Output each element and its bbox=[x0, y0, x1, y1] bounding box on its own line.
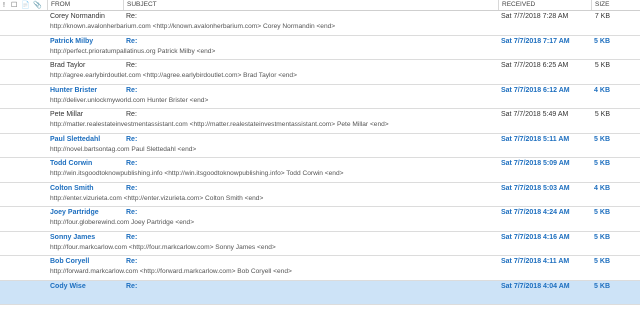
message-received: Sat 7/7/2018 6:25 AM bbox=[501, 62, 569, 69]
message-received: Sat 7/7/2018 4:24 AM bbox=[501, 209, 570, 216]
message-row[interactable]: Todd Corwin Re: Sat 7/7/2018 5:09 AM 5 KB ht… bbox=[0, 158, 640, 183]
message-received: Sat 7/7/2018 7:17 AM bbox=[501, 37, 570, 45]
message-list: Corey Normandin Re: Sat 7/7/2018 7:28 AM 7 … bbox=[0, 11, 640, 305]
message-received: Sat 7/7/2018 6:12 AM bbox=[501, 86, 570, 94]
message-received: Sat 7/7/2018 5:49 AM bbox=[501, 111, 569, 118]
attachment-icon[interactable]: 📎 bbox=[33, 1, 42, 10]
message-size: 5 KB bbox=[594, 233, 610, 241]
message-sender: Bob Coryell bbox=[50, 258, 90, 265]
column-header: ! ☐ 📄 📎 FROM SUBJECT RECEIVED SIZE bbox=[0, 0, 640, 11]
message-subject: Re: bbox=[126, 135, 138, 143]
message-sender: Patrick Milby bbox=[50, 37, 94, 45]
message-sender: Joey Partridge bbox=[50, 209, 99, 216]
message-subject: Re: bbox=[126, 209, 138, 216]
item-icon[interactable]: 📄 bbox=[21, 1, 30, 10]
message-sender: Cody Wise bbox=[50, 282, 86, 290]
message-received: Sat 7/7/2018 5:11 AM bbox=[501, 135, 570, 143]
message-preview: http://deliver.unlockmyworld.com Hunter … bbox=[50, 96, 209, 104]
message-size: 4 KB bbox=[594, 184, 610, 192]
message-size: 5 KB bbox=[594, 282, 610, 290]
message-sender: Sonny James bbox=[50, 233, 96, 241]
message-subject: Re: bbox=[126, 62, 137, 69]
message-sender: Corey Normandin bbox=[50, 13, 105, 20]
message-preview: http://matter.realestateinvestmentassist… bbox=[50, 121, 389, 128]
message-received: Sat 7/7/2018 4:11 AM bbox=[501, 258, 570, 265]
message-size: 7 KB bbox=[594, 13, 610, 20]
message-size: 5 KB bbox=[594, 111, 610, 118]
message-preview: http://four.globerewind.com Joey Partrid… bbox=[50, 219, 195, 226]
message-subject: Re: bbox=[126, 111, 137, 118]
message-size: 5 KB bbox=[594, 209, 610, 216]
message-received: Sat 7/7/2018 5:03 AM bbox=[501, 184, 570, 192]
column-subject[interactable]: SUBJECT bbox=[123, 0, 498, 10]
message-subject: Re: bbox=[126, 282, 138, 290]
message-sender: Hunter Brister bbox=[50, 86, 98, 94]
message-preview: http://enter.vizurieta.com <http://enter… bbox=[50, 194, 264, 202]
message-row[interactable]: Pete Millar Re: Sat 7/7/2018 5:49 AM 5 KB ht… bbox=[0, 109, 640, 134]
message-size: 5 KB bbox=[594, 135, 610, 143]
message-subject: Re: bbox=[126, 160, 138, 167]
message-size: 4 KB bbox=[594, 86, 610, 94]
message-size: 5 KB bbox=[594, 160, 610, 167]
message-row[interactable]: Colton Smith Re: Sat 7/7/2018 5:03 AM 4 KB h… bbox=[0, 183, 640, 207]
column-from[interactable]: FROM bbox=[47, 0, 123, 10]
message-subject: Re: bbox=[126, 37, 138, 45]
message-row[interactable]: Paul Slettedahl Re: Sat 7/7/2018 5:11 AM 5 … bbox=[0, 134, 640, 158]
message-subject: Re: bbox=[126, 86, 138, 94]
message-sender: Pete Millar bbox=[50, 111, 84, 118]
importance-icon[interactable]: ! bbox=[3, 1, 5, 10]
message-subject: Re: bbox=[126, 184, 138, 192]
message-subject: Re: bbox=[126, 258, 138, 265]
message-preview: http://agree.earlybirdoutlet.com <http:/… bbox=[50, 72, 297, 79]
message-sender: Todd Corwin bbox=[50, 160, 93, 167]
message-preview: http://four.markcarlow.com <http://four.… bbox=[50, 243, 276, 251]
message-row[interactable]: Cody Wise Re: Sat 7/7/2018 4:04 AM 5 KB bbox=[0, 280, 640, 305]
message-subject: Re: bbox=[126, 233, 138, 241]
message-received: Sat 7/7/2018 4:16 AM bbox=[501, 233, 570, 241]
message-preview: http://win.itsgoodtoknowpublishing.info … bbox=[50, 170, 344, 177]
message-preview: http://forward.markcarlow.com <http://fo… bbox=[50, 268, 292, 275]
message-row[interactable]: Hunter Brister Re: Sat 7/7/2018 6:12 AM 4 K… bbox=[0, 85, 640, 109]
message-size: 5 KB bbox=[594, 62, 610, 69]
message-sender: Brad Taylor bbox=[50, 62, 86, 69]
message-row[interactable]: Corey Normandin Re: Sat 7/7/2018 7:28 AM 7 … bbox=[0, 11, 640, 36]
message-row[interactable]: Patrick Milby Re: Sat 7/7/2018 7:17 AM 5 KB… bbox=[0, 36, 640, 60]
message-subject: Re: bbox=[126, 13, 137, 20]
message-size: 5 KB bbox=[594, 37, 610, 45]
column-size[interactable]: SIZE bbox=[591, 0, 640, 10]
message-sender: Colton Smith bbox=[50, 184, 94, 192]
message-received: Sat 7/7/2018 4:04 AM bbox=[501, 282, 570, 290]
message-row[interactable]: Sonny James Re: Sat 7/7/2018 4:16 AM 5 KB ht… bbox=[0, 232, 640, 256]
message-row[interactable]: Brad Taylor Re: Sat 7/7/2018 6:25 AM 5 KB ht… bbox=[0, 60, 640, 85]
reminder-icon[interactable]: ☐ bbox=[11, 1, 17, 10]
message-size: 5 KB bbox=[594, 258, 610, 265]
message-row[interactable]: Joey Partridge Re: Sat 7/7/2018 4:24 AM 5 K… bbox=[0, 207, 640, 232]
message-preview: http://perfect.prioratumpallatinus.org P… bbox=[50, 47, 216, 55]
message-sender: Paul Slettedahl bbox=[50, 135, 101, 143]
message-row[interactable]: Bob Coryell Re: Sat 7/7/2018 4:11 AM 5 KB ht… bbox=[0, 256, 640, 281]
column-received[interactable]: RECEIVED bbox=[498, 0, 591, 10]
message-preview: http://novel.bartsontag.com Paul Sletted… bbox=[50, 145, 197, 153]
message-preview: http://known.avalonherbarium.com <http:/… bbox=[50, 23, 336, 30]
message-received: Sat 7/7/2018 7:28 AM bbox=[501, 13, 569, 20]
message-received: Sat 7/7/2018 5:09 AM bbox=[501, 160, 570, 167]
